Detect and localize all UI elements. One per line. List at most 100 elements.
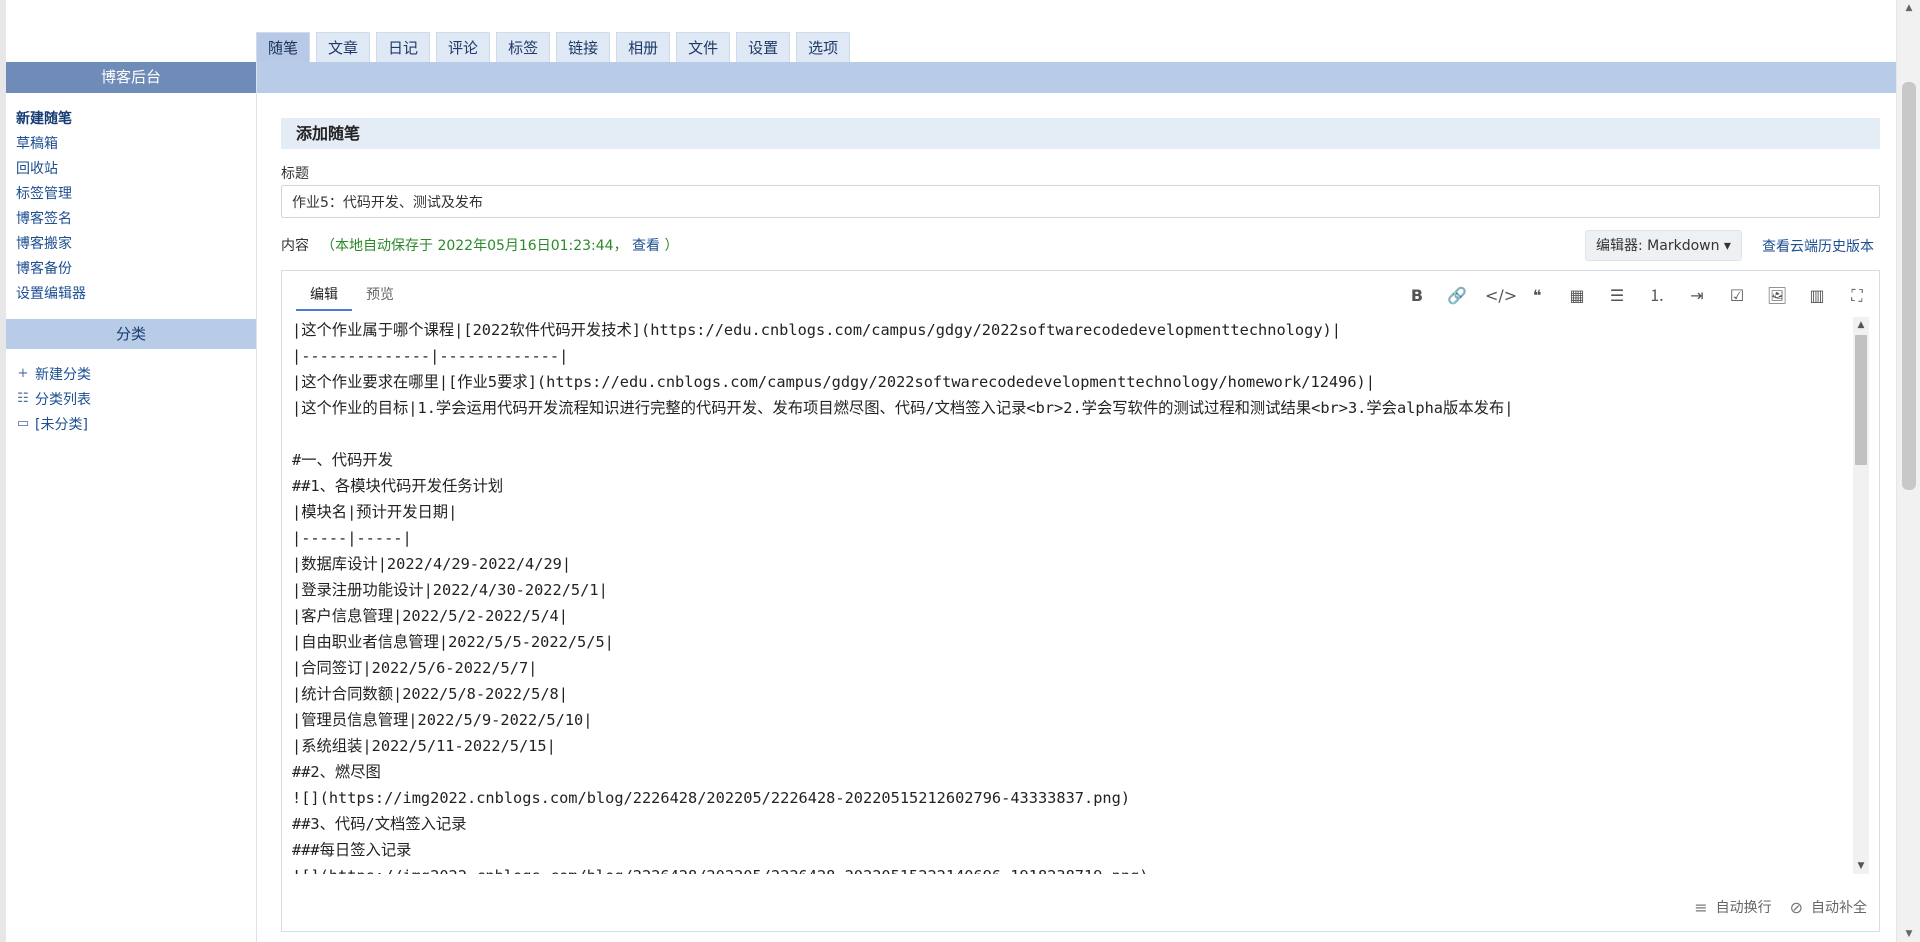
code-line: ![](https://img2022.cnblogs.com/blog/222…	[292, 789, 1131, 807]
sidebar-header: 博客后台	[6, 62, 256, 93]
scroll-down-icon[interactable]: ▼	[1853, 858, 1869, 874]
fullscreen-icon[interactable]: ⛶	[1845, 285, 1869, 307]
code-line: |系统组装|2022/5/11-2022/5/15|	[292, 737, 556, 755]
markdown-editor: 编辑 预览 B 🔗 </> ❝ ▦ ☰ ⒈ ⇥ ☑ 🖼 ▥ ⛶ |这个作业属于哪…	[281, 270, 1880, 932]
tab-edit[interactable]: 编辑	[296, 279, 352, 311]
category-label: 新建分类	[35, 366, 91, 383]
code-line: ![](https://img2022.cnblogs.com/blog/222…	[292, 863, 1852, 874]
editor-toolbar: B 🔗 </> ❝ ▦ ☰ ⒈ ⇥ ☑ 🖼 ▥ ⛶	[1389, 285, 1869, 307]
sidebar: 博客后台 新建随笔 草稿箱 回收站 标签管理 博客签名 博客搬家 博客备份 设置…	[6, 62, 257, 942]
autocomplete-off-icon: ⊘	[1789, 897, 1803, 917]
split-view-icon[interactable]: ▥	[1805, 285, 1829, 307]
code-line: |这个作业属于哪个课程|[2022软件代码开发技术](https://edu.c…	[292, 321, 1341, 339]
sidebar-item-backup[interactable]: 博客备份	[16, 257, 256, 282]
window-scroll-down-icon[interactable]: ▼	[1897, 926, 1920, 942]
editor-textarea[interactable]: |这个作业属于哪个课程|[2022软件代码开发技术](https://edu.c…	[292, 317, 1852, 874]
code-line: |这个作业的目标|1.学会运用代码开发流程知识进行完整的代码开发、发布项目燃尽图…	[292, 399, 1514, 417]
tab-tags[interactable]: 标签	[496, 32, 551, 62]
category-uncategorized[interactable]: ▭ [未分类]	[16, 411, 256, 436]
word-wrap-toggle[interactable]: ≡ 自动换行	[1694, 897, 1771, 917]
editor-tabs: 编辑 预览	[296, 279, 408, 311]
code-line: ##3、代码/文档签入记录	[292, 815, 467, 833]
sidebar-item-new-post[interactable]: 新建随笔	[16, 107, 256, 132]
code-line: |客户信息管理|2022/5/2-2022/5/4|	[292, 607, 568, 625]
editor-footer: ≡ 自动换行 ⊘ 自动补全	[1676, 897, 1867, 917]
code-line: |管理员信息管理|2022/5/9-2022/5/10|	[292, 711, 593, 729]
sidebar-item-drafts[interactable]: 草稿箱	[16, 132, 256, 157]
content-label-row: 内容 （本地自动保存于 2022年05月16日01:23:44， 查看 ）	[281, 235, 679, 255]
code-line: |合同签订|2022/5/6-2022/5/7|	[292, 659, 538, 677]
code-line: |登录注册功能设计|2022/4/30-2022/5/1|	[292, 581, 608, 599]
autocomplete-toggle[interactable]: ⊘ 自动补全	[1790, 897, 1867, 917]
word-wrap-icon: ≡	[1694, 897, 1708, 917]
scrollbar-thumb[interactable]	[1855, 335, 1867, 465]
tab-articles[interactable]: 文章	[316, 32, 371, 62]
code-icon[interactable]: </>	[1485, 285, 1517, 307]
category-list[interactable]: ☷ 分类列表	[16, 386, 256, 411]
sidebar-item-trash[interactable]: 回收站	[16, 157, 256, 182]
category-label: [未分类]	[35, 416, 88, 433]
bold-icon[interactable]: B	[1405, 285, 1429, 307]
code-line: |统计合同数额|2022/5/8-2022/5/8|	[292, 685, 568, 703]
code-line: ##1、各模块代码开发任务计划	[292, 477, 504, 495]
title-label: 标题	[281, 166, 309, 182]
autocomplete-label: 自动补全	[1811, 900, 1867, 916]
category-header: 分类	[6, 319, 256, 349]
quote-icon[interactable]: ❝	[1525, 285, 1549, 307]
code-line: |自由职业者信息管理|2022/5/5-2022/5/5|	[292, 633, 614, 651]
code-line: |模块名|预计开发日期|	[292, 503, 458, 521]
code-line: |--------------|-------------|	[292, 347, 569, 365]
tab-posts[interactable]: 随笔	[256, 32, 311, 62]
link-icon[interactable]: 🔗	[1445, 285, 1469, 307]
sidebar-links: 新建随笔 草稿箱 回收站 标签管理 博客签名 博客搬家 博客备份 设置编辑器	[6, 93, 256, 307]
autosave-text: （本地自动保存于 2022年05月16日01:23:44，	[321, 238, 628, 254]
header-bar	[256, 62, 1896, 93]
title-input[interactable]	[281, 185, 1880, 218]
table-icon[interactable]: ▦	[1565, 285, 1589, 307]
indent-icon[interactable]: ⇥	[1685, 285, 1709, 307]
editor-select-dropdown[interactable]: 编辑器: Markdown ▾	[1585, 230, 1742, 261]
code-line: |-----|-----|	[292, 529, 412, 547]
cloud-history-link[interactable]: 查看云端历史版本	[1762, 236, 1874, 256]
code-line: #一、代码开发	[292, 451, 393, 469]
sidebar-item-editor-settings[interactable]: 设置编辑器	[16, 282, 256, 307]
plus-icon: +	[17, 366, 29, 381]
tab-options[interactable]: 选项	[796, 32, 851, 62]
sidebar-item-migrate[interactable]: 博客搬家	[16, 232, 256, 257]
bullet-list-icon[interactable]: ☰	[1605, 285, 1629, 307]
tab-links[interactable]: 链接	[556, 32, 611, 62]
list-icon: ☷	[17, 391, 29, 406]
sidebar-item-signature[interactable]: 博客签名	[16, 207, 256, 232]
checkbox-icon[interactable]: ☑	[1725, 285, 1749, 307]
category-links: + 新建分类 ☷ 分类列表 ▭ [未分类]	[6, 349, 256, 436]
code-line: ##2、燃尽图	[292, 763, 381, 781]
window-scrollbar[interactable]: ▲ ▼	[1896, 0, 1920, 942]
tab-preview[interactable]: 预览	[352, 279, 408, 311]
tab-albums[interactable]: 相册	[616, 32, 671, 62]
sidebar-item-tag-manage[interactable]: 标签管理	[16, 182, 256, 207]
category-new[interactable]: + 新建分类	[16, 361, 256, 386]
window-scroll-up-icon[interactable]: ▲	[1897, 0, 1920, 16]
content-label: 内容	[281, 238, 309, 254]
top-nav-tabs: 随笔 文章 日记 评论 标签 链接 相册 文件 设置 选项	[256, 32, 856, 62]
page-title: 添加随笔	[281, 118, 1880, 149]
editor-scrollbar[interactable]: ▲ ▼	[1853, 317, 1869, 874]
scroll-up-icon[interactable]: ▲	[1853, 317, 1869, 333]
word-wrap-label: 自动换行	[1715, 900, 1772, 916]
ordered-list-icon[interactable]: ⒈	[1645, 285, 1669, 307]
tab-settings[interactable]: 设置	[736, 32, 791, 62]
tab-files[interactable]: 文件	[676, 32, 731, 62]
autosave-status: （本地自动保存于 2022年05月16日01:23:44， 查看 ）	[321, 235, 679, 255]
autosave-view-link[interactable]: 查看	[632, 238, 660, 254]
category-label: 分类列表	[35, 391, 91, 408]
code-line: |这个作业要求在哪里|[作业5要求](https://edu.cnblogs.c…	[292, 373, 1375, 391]
code-line: ###每日签入记录	[292, 841, 412, 859]
tab-diary[interactable]: 日记	[376, 32, 431, 62]
tab-comments[interactable]: 评论	[436, 32, 491, 62]
code-line: |数据库设计|2022/4/29-2022/4/29|	[292, 555, 572, 573]
folder-icon: ▭	[16, 416, 30, 431]
window-scrollbar-thumb[interactable]	[1902, 82, 1916, 490]
autosave-close: ）	[664, 238, 679, 254]
image-icon[interactable]: 🖼	[1765, 285, 1789, 307]
